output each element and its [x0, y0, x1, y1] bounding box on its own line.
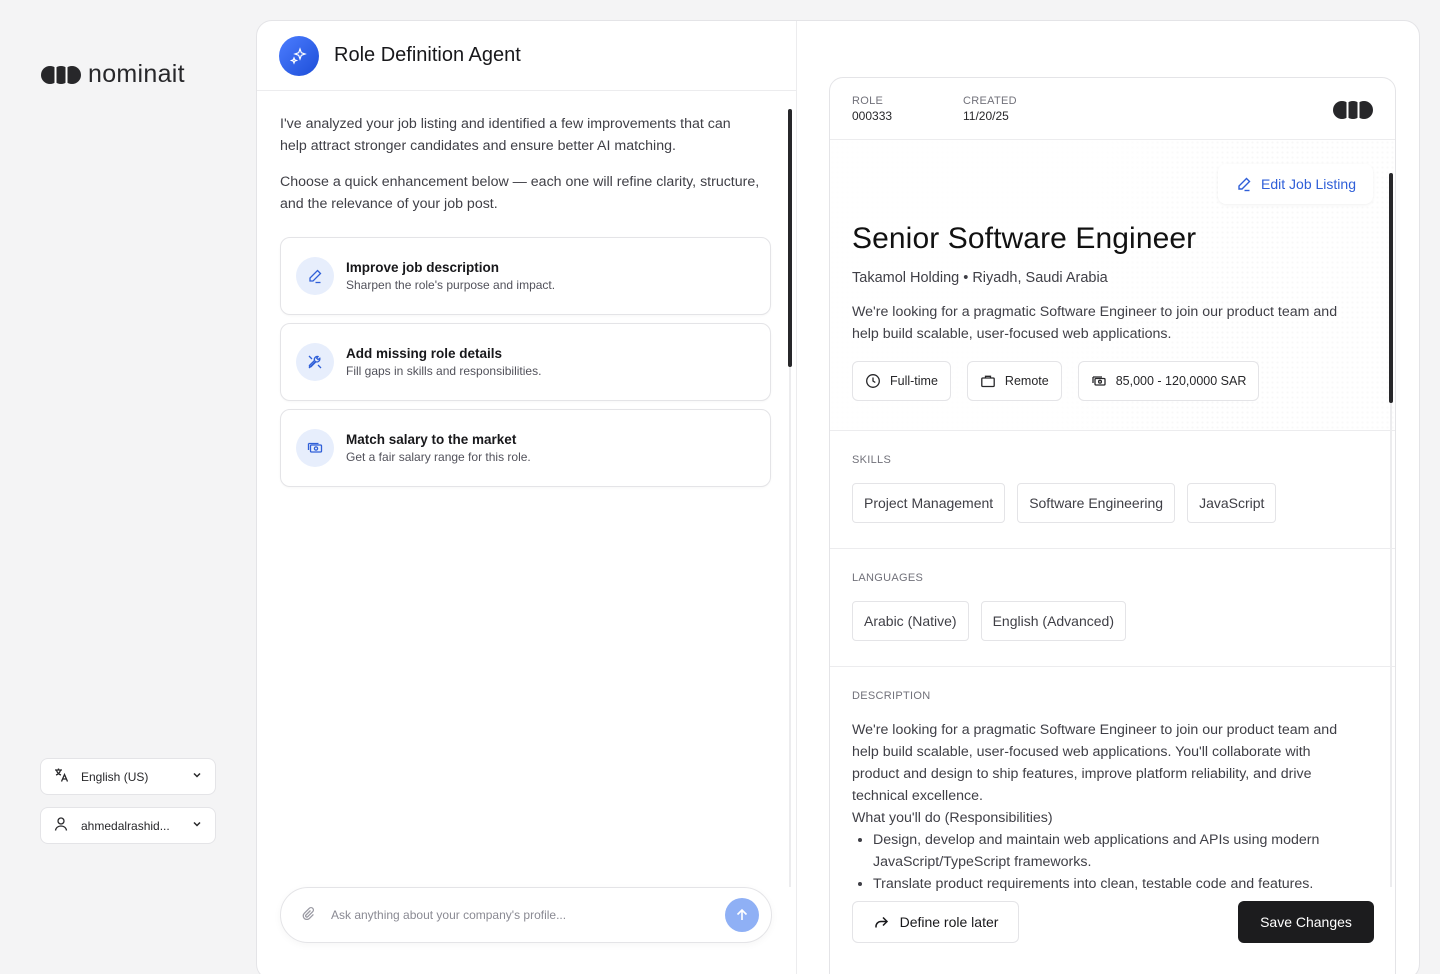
- chat-header: Role Definition Agent: [257, 21, 796, 91]
- work-location-chip: Remote: [966, 361, 1062, 401]
- employment-type-chip: Full-time: [852, 361, 951, 401]
- action-title: Improve job description: [346, 260, 500, 275]
- chat-title: Role Definition Agent: [334, 44, 521, 66]
- skills-label: SKILLS: [852, 454, 892, 466]
- work-location: Remote: [1004, 374, 1049, 388]
- send-button[interactable]: [725, 898, 759, 932]
- job-hero: Edit Job Listing Senior Software Enginee…: [830, 140, 1395, 431]
- pencil-icon: [296, 257, 334, 295]
- job-title: Senior Software Engineer: [852, 222, 1197, 255]
- description-intro: We're looking for a pragmatic Software E…: [852, 722, 1338, 804]
- match-salary-action[interactable]: Match salary to the market Get a fair sa…: [280, 409, 771, 487]
- language-select[interactable]: English (US): [40, 758, 216, 795]
- later-label: Define role later: [899, 914, 999, 930]
- role-id: 000333: [852, 108, 893, 123]
- skill-tag: Software Engineering: [1017, 483, 1176, 523]
- paperclip-icon[interactable]: [301, 906, 315, 925]
- created-date: 11/20/25: [963, 108, 1009, 123]
- improve-description-action[interactable]: Improve job description Sharpen the role…: [280, 237, 771, 315]
- money-icon: [1092, 376, 1106, 386]
- agent-message: I've analyzed your job listing and ident…: [280, 116, 731, 154]
- chat-composer: [280, 887, 772, 943]
- briefcase-icon: [981, 375, 995, 388]
- salary-range: 85,000 - 120,0000 SAR: [1115, 374, 1247, 388]
- job-description: We're looking for a pragmatic Software E…: [852, 719, 1352, 895]
- language-label: English (US): [81, 769, 149, 784]
- clock-icon: [866, 374, 880, 388]
- responsibility-item: Design, develop and maintain web applica…: [873, 829, 1352, 873]
- job-scrollbar[interactable]: [1389, 173, 1393, 403]
- employment-type: Full-time: [890, 374, 938, 388]
- languages-section: LANGUAGES Arabic (Native) English (Advan…: [830, 549, 1395, 667]
- action-title: Add missing role details: [346, 346, 503, 361]
- skill-tag: Project Management: [852, 483, 1006, 523]
- action-title: Match salary to the market: [346, 432, 517, 447]
- job-summary: We're looking for a pragmatic Software E…: [852, 304, 1338, 342]
- description-section: DESCRIPTION We're looking for a pragmati…: [830, 667, 1395, 895]
- chat-scrollbar[interactable]: [788, 109, 792, 367]
- brand-name: nominait: [88, 60, 185, 88]
- chat-panel: Role Definition Agent I've analyzed your…: [257, 21, 797, 974]
- chat-scroll-track: [789, 367, 791, 887]
- job-meta: ROLE 000333 CREATED 11/20/25: [830, 78, 1395, 140]
- action-subtitle: Sharpen the role's purpose and impact.: [346, 278, 556, 292]
- arrow-up-icon: [736, 908, 748, 920]
- nominait-logo-icon: [40, 65, 82, 85]
- skills-section: SKILLS Project Management Software Engin…: [830, 431, 1395, 549]
- share-arrow-icon: [874, 916, 888, 927]
- job-attributes: Full-time Remote 85,000 - 120,0000 SAR: [852, 361, 1373, 401]
- nominait-logo-icon: [1331, 100, 1375, 125]
- description-label: DESCRIPTION: [852, 690, 931, 702]
- user-icon: [53, 816, 69, 835]
- save-changes-button[interactable]: Save Changes: [1238, 901, 1374, 943]
- created-label: CREATED: [963, 94, 1017, 107]
- job-preview-card: ROLE 000333 CREATED 11/20/25 Edit Job Li…: [829, 77, 1396, 974]
- chevron-down-icon: [191, 769, 203, 784]
- skill-tag: JavaScript: [1187, 483, 1277, 523]
- main-panel: Role Definition Agent I've analyzed your…: [256, 20, 1420, 974]
- quick-actions: Improve job description Sharpen the role…: [280, 237, 771, 487]
- money-icon: [296, 429, 334, 467]
- user-label: ahmedalrashid...: [81, 818, 170, 833]
- salary-chip: 85,000 - 120,0000 SAR: [1077, 361, 1260, 401]
- tools-icon: [296, 343, 334, 381]
- chat-messages: I've analyzed your job listing and ident…: [280, 113, 771, 495]
- language-tag: Arabic (Native): [852, 601, 969, 641]
- action-subtitle: Get a fair salary range for this role.: [346, 450, 531, 464]
- responsibilities-heading: What you'll do (Responsibilities): [852, 810, 1053, 826]
- translate-icon: [53, 767, 69, 786]
- job-scroll-track: [1390, 403, 1392, 887]
- languages-label: LANGUAGES: [852, 572, 924, 584]
- sparkle-icon: [279, 35, 319, 76]
- language-tag: English (Advanced): [980, 601, 1126, 641]
- brand-logo[interactable]: nominait: [40, 60, 185, 89]
- responsibility-item: Translate product requirements into clea…: [873, 873, 1352, 895]
- chevron-down-icon: [191, 818, 203, 833]
- agent-message: Choose a quick enhancement below — each …: [280, 174, 760, 212]
- action-subtitle: Fill gaps in skills and responsibilities…: [346, 364, 542, 378]
- role-label: ROLE: [852, 94, 884, 107]
- chat-input[interactable]: [331, 908, 709, 922]
- user-menu[interactable]: ahmedalrashid...: [40, 807, 216, 844]
- add-role-details-action[interactable]: Add missing role details Fill gaps in sk…: [280, 323, 771, 401]
- define-role-later-button[interactable]: Define role later: [852, 901, 1019, 943]
- company-location: Takamol Holding • Riyadh, Saudi Arabia: [852, 270, 1108, 286]
